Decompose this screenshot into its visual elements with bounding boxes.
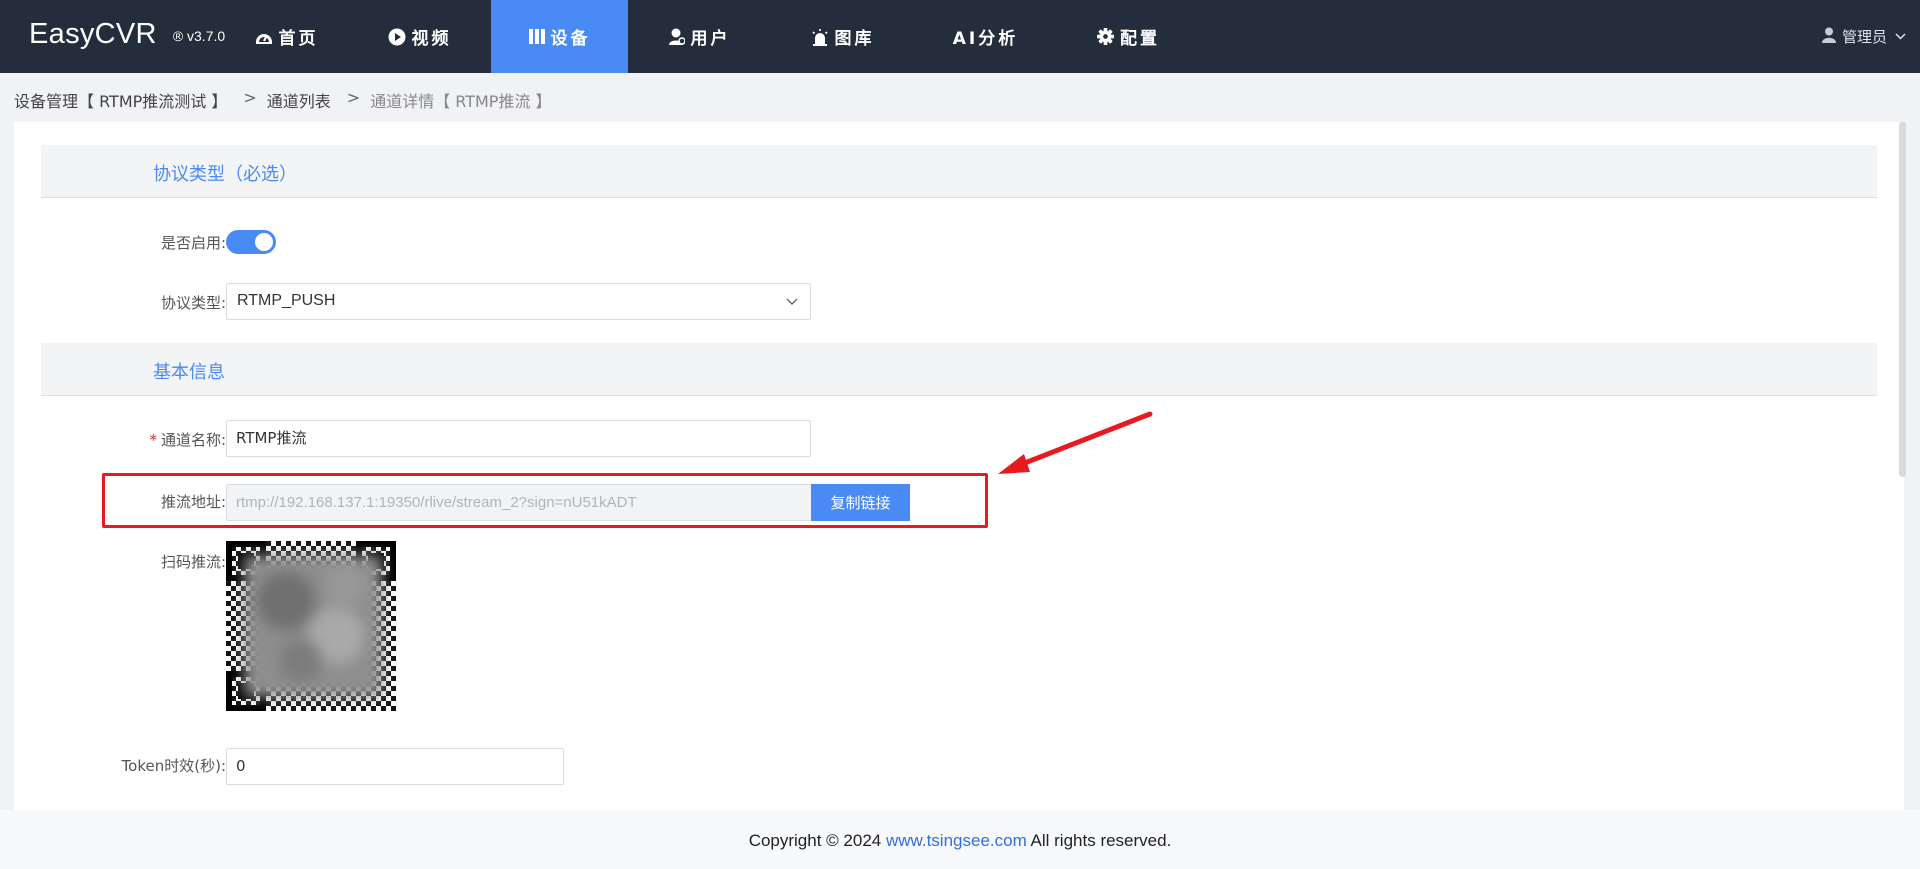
channel-name-label: * 通道名称: [26,429,226,450]
nav-gallery-label: 图库 [834,29,875,49]
nav-ai-label: AI分析 [952,29,1019,49]
push-url-label: 推流地址: [160,493,226,511]
section-protocol-title: 协议类型（必选） [153,164,297,185]
channel-name-input[interactable]: RTMP推流 [226,420,811,457]
qr-code [226,541,396,711]
brand-name: EasyCVR [29,18,157,50]
nav-home-label: 首页 [278,29,319,49]
enabled-label: 是否启用: [160,234,226,252]
footer: Copyright © 2024 www.tsingsee.com All ri… [0,810,1920,869]
nav-device[interactable]: 设备 [491,0,628,73]
user-avatar-icon [1821,27,1836,47]
brand[interactable]: EasyCVR ® v3.7.0 [29,18,225,51]
chevron-down-icon [786,294,798,313]
toggle-knob [255,233,273,251]
alarm-icon [811,28,829,46]
nav-user[interactable]: 用户 [628,0,771,73]
scrollbar[interactable] [1899,122,1906,477]
device-icon [528,29,545,44]
breadcrumb-separator: > [243,88,257,107]
top-navbar: EasyCVR ® v3.7.0 首页 视频 设备 用户 图库 AI分析 配置 … [0,0,1920,73]
breadcrumb-channel-list[interactable]: 通道列表 [267,88,331,112]
token-input[interactable]: 0 [226,748,564,785]
channel-name-label-text: 通道名称: [160,431,226,449]
channel-detail-panel: 协议类型（必选） 是否启用: 协议类型: RTMP_PUSH 基本信息 * 通道名… [14,122,1904,810]
section-basic-info: 基本信息 [41,343,1877,396]
annotation-arrow-icon [990,408,1155,482]
nav-ai[interactable]: AI分析 [914,0,1057,73]
nav-gallery[interactable]: 图库 [771,0,914,73]
breadcrumb-device-management[interactable]: 设备管理【 RTMP推流测试 】 [14,88,227,112]
token-label: Token时效(秒): [121,757,226,775]
footer-link[interactable]: www.tsingsee.com [886,831,1027,850]
copy-link-button[interactable]: 复制链接 [811,484,910,521]
breadcrumb-channel-detail: 通道详情【 RTMP推流 】 [370,92,552,111]
nav-video-label: 视频 [411,29,452,49]
enabled-toggle[interactable] [226,230,276,254]
nav-device-label: 设备 [550,29,591,49]
play-icon [388,28,406,46]
breadcrumb: 设备管理【 RTMP推流测试 】 > 通道列表 > 通道详情【 RTMP推流 】 [14,88,552,112]
section-protocol: 协议类型（必选） [41,145,1877,198]
nav-user-label: 用户 [690,29,731,49]
protocol-select[interactable]: RTMP_PUSH [226,283,811,320]
footer-suffix: All rights reserved. [1026,831,1172,850]
section-basic-info-title: 基本信息 [153,362,225,383]
chevron-down-icon [1895,30,1906,43]
nav-video[interactable]: 视频 [348,0,491,73]
dashboard-icon [255,29,273,45]
protocol-label: 协议类型: [160,294,226,312]
nav-config-label: 配置 [1120,29,1160,49]
protocol-select-value: RTMP_PUSH [237,292,336,309]
nav-home[interactable]: 首页 [225,0,348,73]
gear-icon [1097,28,1114,45]
user-name: 管理员 [1841,28,1887,46]
user-menu[interactable]: 管理员 [1821,26,1906,47]
nav-config[interactable]: 配置 [1057,0,1200,73]
push-url-input[interactable]: rtmp://192.168.137.1:19350/rlive/stream_… [226,484,811,521]
user-icon [668,28,685,45]
breadcrumb-separator: > [346,88,361,107]
footer-prefix: Copyright © 2024 [748,831,886,850]
qr-label: 扫码推流: [160,553,226,571]
required-marker: * [149,431,157,449]
brand-version: ® v3.7.0 [172,28,226,44]
main-nav: 首页 视频 设备 用户 图库 AI分析 配置 [225,0,1200,73]
